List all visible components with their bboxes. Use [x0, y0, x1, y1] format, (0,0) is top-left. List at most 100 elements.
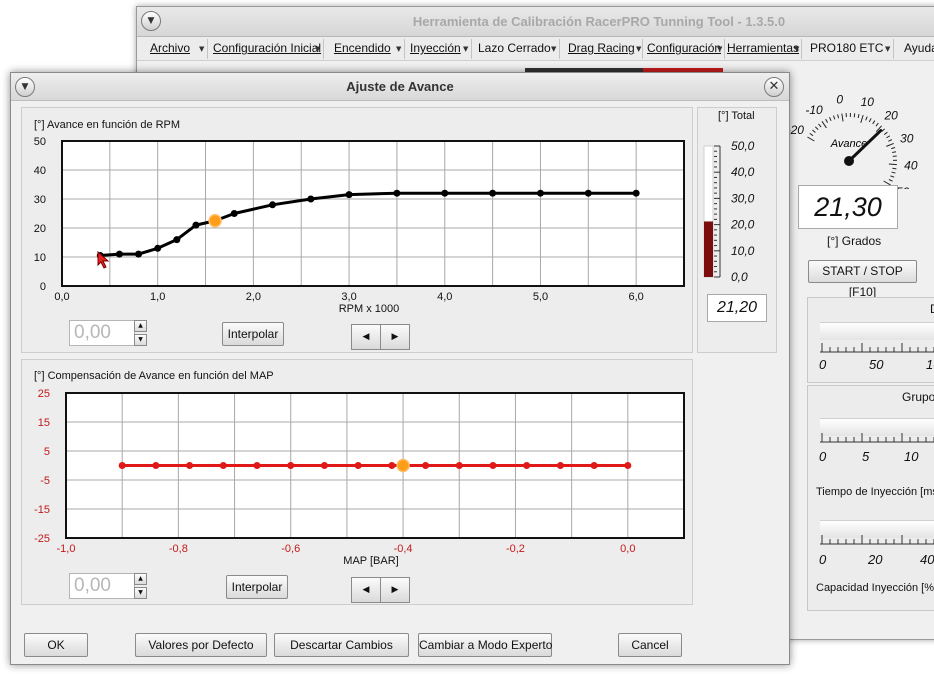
total-bar-fill — [704, 221, 713, 277]
menu-inyeccion[interactable]: Inyección — [410, 41, 461, 55]
menu-herramientas[interactable]: Herramientas — [727, 41, 799, 55]
data-point — [115, 250, 123, 258]
menu-drag-racing[interactable]: Drag Racing — [568, 41, 635, 55]
y-tick-label: 25 — [38, 388, 50, 400]
panel-b-ticks — [820, 433, 934, 443]
gauge-tick-label: -10 — [805, 103, 823, 117]
injection-capacity-label: Capacidad Inyección [% — [816, 582, 934, 594]
menu-configuracion-inicial[interactable]: Configuración Inicial — [213, 41, 321, 55]
advance-value-display: 21,30 — [798, 185, 898, 229]
gauge-tick — [886, 142, 894, 147]
cancel-button[interactable]: Cancel — [618, 633, 682, 657]
x-axis-label: MAP [BAR] — [343, 555, 398, 567]
mouse-cursor-icon — [97, 251, 110, 269]
x-tick-label: 0,0 — [54, 291, 69, 303]
total-panel: [°] Total 50,0 40,0 30,0 20,0 10,0 0,0 21,20 — [697, 107, 777, 353]
discard-changes-button[interactable]: Descartar Cambios — [274, 633, 409, 657]
gauge-tick — [841, 113, 844, 122]
data-point — [253, 462, 261, 469]
data-point — [388, 462, 396, 469]
chevron-down-icon: ▼ — [463, 45, 469, 53]
menu-ayuda[interactable]: Ayuda — [904, 41, 934, 55]
data-point — [345, 191, 353, 199]
map-value-input[interactable]: 0,00 — [69, 573, 135, 599]
map-next-point-button[interactable]: ▶ — [380, 577, 410, 603]
data-point — [393, 189, 401, 197]
menu-bar: Archivo ▼ Configuración Inicial ▼ Encend… — [137, 37, 934, 61]
menu-encendido[interactable]: Encendido — [334, 41, 391, 55]
map-value-stepper[interactable]: ▲ ▼ — [134, 573, 148, 599]
data-point — [269, 201, 277, 209]
data-point — [307, 195, 315, 203]
map-chart[interactable]: 25 15 5 -5 -15 -25 -1,0 -0,8 -0,6 -0,4 -0,2 0,0 MAP … — [22, 360, 694, 572]
ok-button[interactable]: OK — [24, 633, 88, 657]
menu-lazo-cerrado[interactable]: Lazo Cerrado — [478, 41, 551, 55]
panel-b-tick-label: 5 — [862, 449, 870, 464]
gauge-tick — [891, 147, 896, 150]
selected-data-point — [208, 214, 222, 228]
chevron-down-icon: ▼ — [885, 45, 891, 53]
menu-configuracion[interactable]: Configuración — [647, 41, 721, 55]
gauge-tick-label: 50 — [896, 185, 910, 189]
rpm-value-input[interactable]: 0,00 — [69, 320, 135, 346]
y-tick-label: 50 — [34, 136, 46, 148]
dialog-title-bar: ▼ Ajuste de Avance ✕ — [11, 73, 789, 101]
main-title-bar: ▼ Herramienta de Calibración RacerPRO Tu… — [137, 7, 934, 37]
x-tick-label: -0,6 — [281, 543, 300, 555]
panel-a-bar — [820, 322, 934, 340]
rpm-value-stepper[interactable]: ▲ ▼ — [134, 320, 148, 346]
defaults-button[interactable]: Valores por Defecto — [135, 633, 267, 657]
chevron-down-icon: ▼ — [717, 45, 723, 53]
main-window-title: Herramienta de Calibración RacerPRO Tunn… — [412, 14, 786, 29]
plot-area — [62, 141, 684, 286]
rpm-interpolate-button[interactable]: Interpolar — [222, 322, 284, 346]
y-tick-label: 40 — [34, 165, 46, 177]
menu-pro180-etc[interactable]: PRO180 ETC — [810, 41, 883, 55]
data-point — [523, 462, 531, 469]
spin-up-icon[interactable]: ▲ — [134, 573, 147, 585]
data-point — [556, 462, 564, 469]
data-point — [489, 189, 497, 197]
y-tick-label: 30 — [34, 194, 46, 206]
spin-down-icon[interactable]: ▼ — [134, 587, 147, 599]
close-icon[interactable]: ✕ — [764, 77, 784, 97]
map-prev-point-button[interactable]: ◀ — [351, 577, 381, 603]
arrow-left-icon: ◀ — [362, 585, 370, 595]
selected-data-point — [396, 458, 410, 473]
data-point — [422, 462, 430, 469]
chevron-down-icon: ▼ — [396, 45, 402, 53]
rpm-chart[interactable]: 0 10 20 30 40 50 0,0 1,0 2,0 3,0 4,0 5,0 6,0 RPM x 10… — [22, 108, 694, 318]
gauge-tick — [865, 116, 868, 121]
x-tick-label: 5,0 — [533, 291, 548, 303]
y-tick-label: -5 — [40, 475, 50, 487]
map-interpolate-button[interactable]: Interpolar — [226, 575, 288, 599]
total-value-display: 21,20 — [707, 294, 767, 322]
spin-up-icon[interactable]: ▲ — [134, 320, 147, 332]
total-scale-label: 40,0 — [731, 165, 755, 179]
gauge-tick — [891, 171, 896, 174]
gauge-tick — [814, 126, 819, 131]
panel-b-title: Grupo — [902, 390, 934, 404]
x-tick-label: 6,0 — [629, 291, 644, 303]
gauge-tick — [833, 115, 836, 120]
menu-archivo[interactable]: Archivo — [150, 41, 190, 55]
data-point — [154, 244, 162, 252]
y-tick-label: 10 — [34, 252, 46, 264]
expert-mode-button[interactable]: Cambiar a Modo Experto — [418, 633, 552, 657]
total-scale-label: 10,0 — [731, 244, 755, 258]
panel-b-tick-label: 40 — [920, 552, 934, 567]
rpm-chart-panel: [°] Avance en función de RPM 0 10 20 30 40 50… — [21, 107, 693, 353]
rpm-prev-point-button[interactable]: ◀ — [351, 324, 381, 350]
rpm-next-point-button[interactable]: ▶ — [380, 324, 410, 350]
gauge-tick-label: 10 — [861, 95, 875, 109]
data-point — [230, 210, 238, 217]
arrow-right-icon: ▶ — [391, 332, 399, 342]
gauge-tick — [857, 113, 860, 119]
chevron-down-icon: ▼ — [551, 45, 557, 53]
gauge-tick — [860, 114, 864, 123]
chevron-down-icon: ▼ — [199, 45, 205, 53]
data-point — [192, 221, 200, 229]
spin-down-icon[interactable]: ▼ — [134, 334, 147, 346]
start-stop-button[interactable]: START / STOP [F10] — [808, 260, 917, 299]
total-scale-label: 0,0 — [731, 270, 748, 284]
